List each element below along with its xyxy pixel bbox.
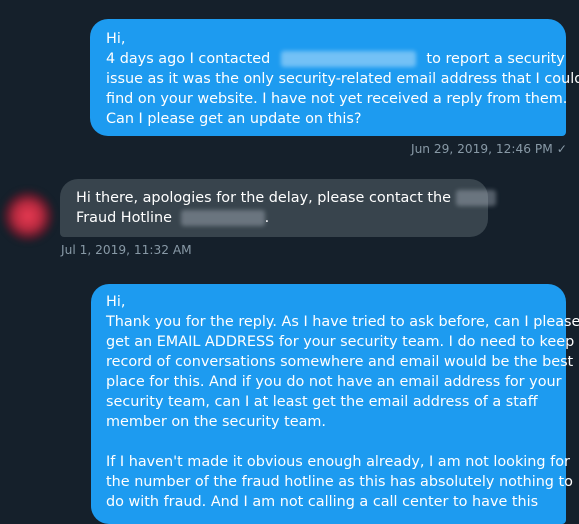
message-bubble-outgoing: Hi, Thank you for the reply. As I have t… (91, 284, 579, 524)
message-text-line: Fraud Hotline (76, 210, 173, 226)
message-text-line: 4 days ago I contacted (106, 51, 271, 67)
message-text-line: Hi, (106, 294, 126, 310)
message-text-line: Hi there, apologies for the delay, pleas… (76, 190, 452, 206)
message-text-line: get an EMAIL ADDRESS for your security t… (106, 334, 579, 350)
message-bubble-incoming: Hi there, apologies for the delay, pleas… (60, 179, 496, 237)
message-timestamp: Jul 1, 2019, 11:32 AM (61, 243, 192, 257)
redacted-email (280, 51, 416, 67)
message-text-line: do with fraud. And I am not calling a ca… (106, 494, 539, 510)
message-text-line: Hi, (106, 31, 126, 47)
redacted-name (455, 190, 496, 206)
message-text-line: Thank you for the reply. As I have tried… (106, 314, 579, 330)
check-icon: ✓ (556, 142, 567, 156)
message-text-line: record of conversations somewhere and em… (106, 354, 574, 370)
avatar[interactable] (2, 190, 54, 242)
message-timestamp: Jun 29, 2019, 12:46 PM ✓ (410, 142, 567, 156)
message-text-line: place for this. And if you do not have a… (106, 374, 562, 390)
message-bubble-outgoing: Hi, 4 days ago I contacted to report a s… (90, 19, 579, 136)
message-text-line: find on your website. I have not yet rec… (106, 91, 568, 107)
redacted-phone (180, 210, 265, 226)
message-text-line: issue as it was the only security-relate… (106, 71, 579, 87)
message-text-line: . (264, 210, 270, 226)
message-text-line: the number of the fraud hotline as this … (106, 474, 573, 490)
message-text-line: If I haven't made it obvious enough alre… (106, 454, 570, 470)
message-text-line: Can I please get an update on this? (106, 111, 362, 127)
message-text-line: to report a security (426, 51, 565, 67)
message-text-line: security team, can I at least get the em… (106, 394, 538, 410)
message-text-line: member on the security team. (106, 414, 326, 430)
